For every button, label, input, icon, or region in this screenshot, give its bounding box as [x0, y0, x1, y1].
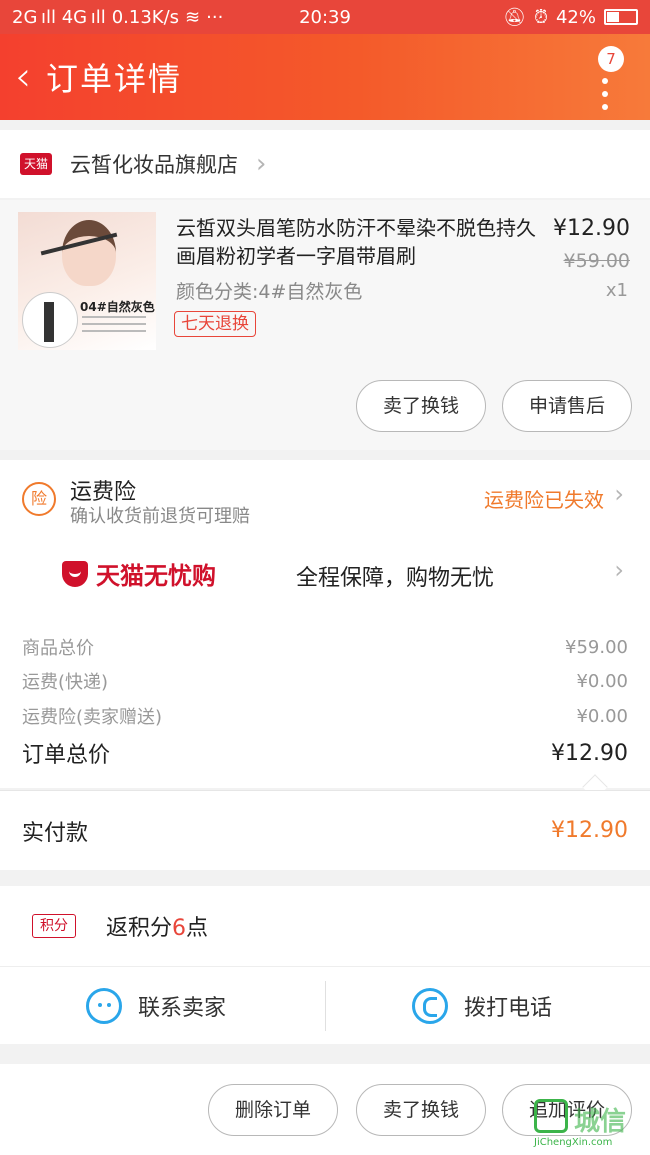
contact-seller-button[interactable]: 联系卖家 [86, 967, 226, 1045]
product-spec: 颜色分类:4#自然灰色 [176, 281, 363, 303]
resell-button[interactable]: 卖了换钱 [356, 380, 486, 432]
chat-smile-icon [86, 988, 122, 1024]
product-image-lines [82, 316, 146, 337]
chevron-left-icon: ‹ [15, 54, 31, 100]
more-button[interactable]: 7 [590, 44, 624, 110]
insurance-status[interactable]: 运费险已失效 [484, 484, 604, 513]
more-notifications: ··· [206, 6, 224, 28]
mute-icon: 🔕︎ [503, 6, 526, 28]
status-bar: 2G ıll 4G ıll 0.13K/s ≋ ··· 20:39 🔕︎ ⏰︎ … [0, 0, 650, 34]
chevron-right-icon[interactable]: › [614, 480, 624, 508]
product-title[interactable]: 云皙双头眉笔防水防汗不晕染不脱色持久画眉粉初学者一字眉带眉刷 [176, 214, 548, 270]
cost-label: 商品总价 [22, 638, 94, 659]
divider [325, 981, 326, 1031]
resell-button[interactable]: 卖了换钱 [356, 1084, 486, 1136]
bottom-action-bar: 删除订单 卖了换钱 追加评价 [0, 1064, 650, 1155]
wuyou-logo: 天猫无忧购 [62, 556, 216, 591]
points-text: 返积分6点 [106, 910, 208, 942]
cost-label: 运费险(卖家赠送) [22, 707, 163, 728]
phone-icon [412, 988, 448, 1024]
page-title: 订单详情 [46, 60, 183, 98]
product-image-label: 04#自然灰色 [80, 300, 155, 314]
paid-label: 实付款 [22, 820, 89, 846]
pencil-product [44, 302, 54, 342]
insurance-icon: 险 [22, 482, 56, 516]
return-policy-tag: 七天退换 [174, 311, 256, 337]
insurance-section: 险 运费险 确认收货前退货可理赔 运费险已失效 › 天猫无忧购 全程保障，购物无… [0, 460, 650, 620]
back-button[interactable]: ‹ [0, 34, 46, 120]
battery-icon [604, 9, 638, 25]
header: ‹ 订单详情 7 [0, 34, 650, 120]
product-card: 04#自然灰色 云皙双头眉笔防水防汗不晕染不脱色持久画眉粉初学者一字眉带眉刷 颜… [0, 200, 650, 450]
chevron-right-icon[interactable]: › [614, 556, 624, 584]
shopping-bag-icon [62, 560, 88, 587]
alarm-icon: ⏰︎ [533, 6, 548, 28]
battery-percent: 42% [555, 6, 596, 28]
paid-row: 实付款 ¥12.90 [0, 790, 650, 870]
product-quantity: x1 [605, 280, 628, 301]
cost-row-insurance: 运费险(卖家赠送) ¥0.00 [22, 701, 628, 731]
cost-row-shipping: 运费(快递) ¥0.00 [22, 666, 628, 696]
wifi-icon: ≋ [185, 6, 201, 28]
contact-row: 联系卖家 拨打电话 [0, 966, 650, 1044]
product-original-price: ¥59.00 [563, 250, 630, 272]
store-row[interactable]: 天猫 云皙化妆品旗舰店 › [0, 130, 650, 198]
network-speed: 0.13K/s [111, 6, 180, 28]
signal-icon: 2G ıll 4G ıll [12, 6, 106, 28]
chevron-right-icon: › [256, 149, 267, 179]
contact-seller-label: 联系卖家 [138, 996, 227, 1021]
notification-badge: 7 [598, 46, 624, 72]
call-phone-button[interactable]: 拨打电话 [412, 967, 552, 1045]
wuyou-brand: 天猫无忧购 [96, 562, 216, 590]
more-vertical-icon [602, 78, 608, 117]
cost-value: ¥0.00 [576, 705, 628, 727]
order-total-row: 订单总价 ¥12.90 [22, 738, 628, 769]
cost-value: ¥0.00 [576, 670, 628, 692]
call-phone-label: 拨打电话 [464, 996, 553, 1021]
product-price: ¥12.90 [553, 216, 630, 241]
cost-value: ¥59.00 [565, 636, 628, 658]
tmall-logo: 天猫 [20, 153, 52, 175]
insurance-subtitle: 确认收货前退货可理赔 [70, 506, 250, 527]
points-suffix: 点 [186, 916, 209, 941]
order-total-value: ¥12.90 [551, 740, 628, 766]
after-sales-button[interactable]: 申请售后 [502, 380, 632, 432]
paid-amount: ¥12.90 [551, 818, 628, 843]
points-tag: 积分 [32, 914, 76, 938]
wuyou-slogan[interactable]: 全程保障，购物无忧 [296, 560, 494, 592]
battery-fill [607, 12, 619, 22]
model-face [62, 220, 116, 286]
add-review-button[interactable]: 追加评价 [502, 1084, 632, 1136]
points-prefix: 返积分 [106, 916, 173, 941]
delete-order-button[interactable]: 删除订单 [208, 1084, 338, 1136]
order-total-label: 订单总价 [22, 743, 111, 768]
cost-summary: 商品总价 ¥59.00 运费(快递) ¥0.00 运费险(卖家赠送) ¥0.00… [0, 620, 650, 800]
points-row: 积分 返积分6点 [0, 886, 650, 966]
store-name: 云皙化妆品旗舰店 [70, 153, 238, 177]
cost-row-goods: 商品总价 ¥59.00 [22, 632, 628, 662]
points-count: 6 [172, 916, 187, 941]
cost-label: 运费(快递) [22, 672, 109, 693]
product-image[interactable]: 04#自然灰色 [18, 212, 156, 350]
